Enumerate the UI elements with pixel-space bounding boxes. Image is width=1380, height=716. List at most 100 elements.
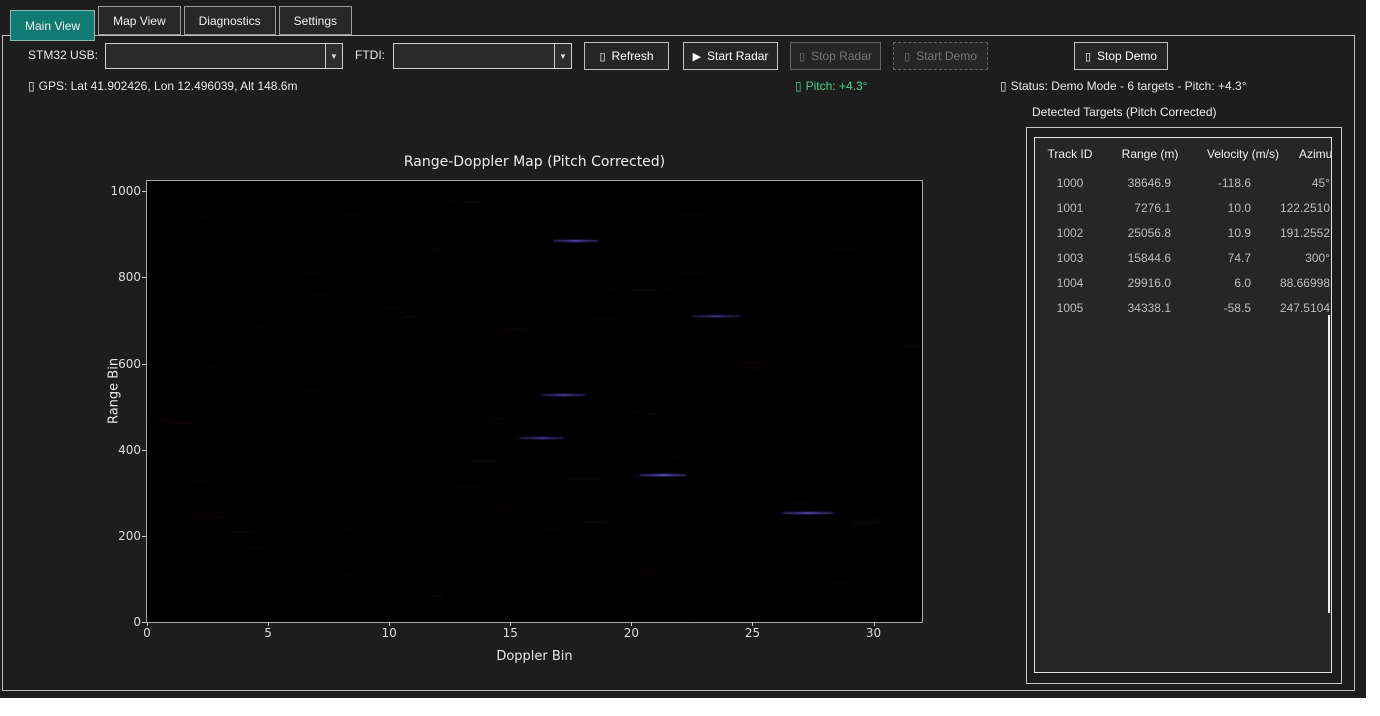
- track-id-cell: 1002: [1035, 226, 1105, 240]
- x-tick-label: 5: [264, 626, 272, 640]
- table-row[interactable]: 1001 7276.1 10.0 122.2510: [1035, 196, 1331, 221]
- button-label: Stop Radar: [811, 49, 872, 63]
- button-label: Stop Demo: [1097, 49, 1157, 63]
- y-tick-label: 400: [118, 443, 141, 457]
- table-header-row: Track ID Range (m) Velocity (m/s) Azimu: [1035, 138, 1331, 171]
- y-tick-mark: [142, 277, 146, 278]
- stop-demo-icon: ▯: [1085, 50, 1091, 63]
- azimuth-cell: 191.2552: [1280, 226, 1330, 240]
- azimuth-cell: 300°: [1305, 251, 1330, 265]
- x-tick-label: 0: [143, 626, 151, 640]
- y-tick-label: 1000: [110, 184, 141, 198]
- ftdi-value: [394, 44, 554, 68]
- start-demo-button[interactable]: ▯ Start Demo: [893, 42, 988, 70]
- range-cell: 29916.0: [1105, 276, 1195, 290]
- y-tick-label: 800: [118, 270, 141, 284]
- button-label: Refresh: [612, 49, 654, 63]
- y-tick-mark: [142, 622, 146, 623]
- table-row[interactable]: 1000 38646.9 -118.6 45°: [1035, 171, 1331, 196]
- range-cell: 7276.1: [1105, 201, 1195, 215]
- y-tick-label: 200: [118, 529, 141, 543]
- targets-panel-title: Detected Targets (Pitch Corrected): [1032, 105, 1217, 119]
- button-label: Start Demo: [916, 49, 977, 63]
- ftdi-combobox[interactable]: ▼: [393, 43, 572, 69]
- column-header-velocity[interactable]: Velocity (m/s): [1195, 147, 1291, 161]
- table-row[interactable]: 1002 25056.8 10.9 191.2552: [1035, 221, 1331, 246]
- stm32-usb-combobox[interactable]: ▼: [105, 43, 343, 69]
- x-tick-label: 20: [624, 626, 639, 640]
- tab-label: Map View: [113, 14, 165, 28]
- tab-settings[interactable]: Settings: [279, 6, 352, 35]
- chart-title: Range-Doppler Map (Pitch Corrected): [147, 154, 922, 170]
- velocity-cell: 10.0: [1195, 201, 1291, 215]
- heatmap-canvas: [147, 181, 922, 622]
- tab-label: Main View: [25, 19, 80, 33]
- velocity-cell: 6.0: [1195, 276, 1291, 290]
- table-row[interactable]: 1003 15844.6 74.7 300°: [1035, 246, 1331, 271]
- stm32-usb-label: STM32 USB:: [28, 48, 98, 62]
- play-icon: ▶: [693, 50, 701, 63]
- velocity-cell: 74.7: [1195, 251, 1291, 265]
- track-id-cell: 1003: [1035, 251, 1105, 265]
- y-tick-mark: [142, 536, 146, 537]
- column-header-track-id[interactable]: Track ID: [1035, 147, 1105, 161]
- ftdi-dropdown-button[interactable]: ▼: [554, 44, 571, 68]
- table-row[interactable]: 1004 29916.0 6.0 88.66998: [1035, 271, 1331, 296]
- tab-main-view[interactable]: Main View: [10, 10, 95, 41]
- satellite-icon: ▯: [28, 79, 35, 93]
- y-tick-mark: [142, 450, 146, 451]
- button-label: Start Radar: [707, 49, 768, 63]
- tab-label: Settings: [294, 14, 337, 28]
- x-axis-label: Doppler Bin: [147, 649, 922, 664]
- ftdi-label: FTDI:: [355, 48, 385, 62]
- range-cell: 25056.8: [1105, 226, 1195, 240]
- range-doppler-chart: Range-Doppler Map (Pitch Corrected) 0510…: [146, 180, 923, 623]
- x-tick-label: 10: [382, 626, 397, 640]
- refresh-icon: ▯: [599, 50, 605, 63]
- velocity-cell: -118.6: [1195, 176, 1291, 190]
- x-tick-label: 30: [866, 626, 881, 640]
- velocity-cell: 10.9: [1195, 226, 1291, 240]
- chevron-down-icon: ▼: [330, 52, 338, 61]
- velocity-cell: -58.5: [1195, 301, 1291, 315]
- refresh-button[interactable]: ▯ Refresh: [584, 42, 669, 70]
- radar-app-window: Main View Map View Diagnostics Settings …: [0, 0, 1366, 698]
- column-header-azimuth[interactable]: Azimu: [1299, 147, 1332, 161]
- stop-icon: ▯: [799, 50, 805, 63]
- azimuth-cell: 247.5104: [1280, 301, 1330, 315]
- pitch-text: Pitch: +4.3°: [806, 79, 868, 93]
- start-demo-icon: ▯: [904, 50, 910, 63]
- track-id-cell: 1000: [1035, 176, 1105, 190]
- track-id-cell: 1004: [1035, 276, 1105, 290]
- status-text: Status: Demo Mode - 6 targets - Pitch: +…: [1011, 79, 1247, 93]
- y-tick-mark: [142, 191, 146, 192]
- gps-text: GPS: Lat 41.902426, Lon 12.496039, Alt 1…: [39, 79, 298, 93]
- pitch-indicator: ▯Pitch: +4.3°: [795, 79, 867, 93]
- toolbar: STM32 USB: ▼ FTDI: ▼ ▯ Refresh ▶ Start R…: [0, 41, 1366, 71]
- gps-status: ▯ GPS: Lat 41.902426, Lon 12.496039, Alt …: [28, 79, 297, 93]
- column-header-range[interactable]: Range (m): [1105, 147, 1195, 161]
- y-tick-label: 0: [133, 615, 141, 629]
- chevron-down-icon: ▼: [559, 52, 567, 61]
- targets-groupbox: Track ID Range (m) Velocity (m/s) Azimu …: [1026, 127, 1342, 684]
- x-tick-label: 25: [745, 626, 760, 640]
- table-scrollbar[interactable]: [1328, 315, 1330, 613]
- stm32-dropdown-button[interactable]: ▼: [325, 44, 342, 68]
- stop-radar-button[interactable]: ▯ Stop Radar: [790, 42, 881, 70]
- stop-demo-button[interactable]: ▯ Stop Demo: [1074, 42, 1168, 70]
- tab-bar: Main View Map View Diagnostics Settings: [10, 6, 355, 41]
- table-row[interactable]: 1005 34338.1 -58.5 247.5104: [1035, 296, 1331, 321]
- status-icon: ▯: [1000, 79, 1007, 93]
- table-body: 1000 38646.9 -118.6 45° 1001 7276.1 10.0…: [1035, 171, 1331, 321]
- tab-diagnostics[interactable]: Diagnostics: [184, 6, 276, 35]
- tab-map-view[interactable]: Map View: [98, 6, 180, 35]
- targets-table[interactable]: Track ID Range (m) Velocity (m/s) Azimu …: [1034, 137, 1332, 673]
- tab-label: Diagnostics: [199, 14, 261, 28]
- track-id-cell: 1005: [1035, 301, 1105, 315]
- start-radar-button[interactable]: ▶ Start Radar: [683, 42, 778, 70]
- range-cell: 38646.9: [1105, 176, 1195, 190]
- status-indicator: ▯ Status: Demo Mode - 6 targets - Pitch: …: [1000, 79, 1247, 93]
- azimuth-cell: 88.66998: [1280, 276, 1330, 290]
- azimuth-cell: 45°: [1312, 176, 1330, 190]
- x-tick-label: 15: [503, 626, 518, 640]
